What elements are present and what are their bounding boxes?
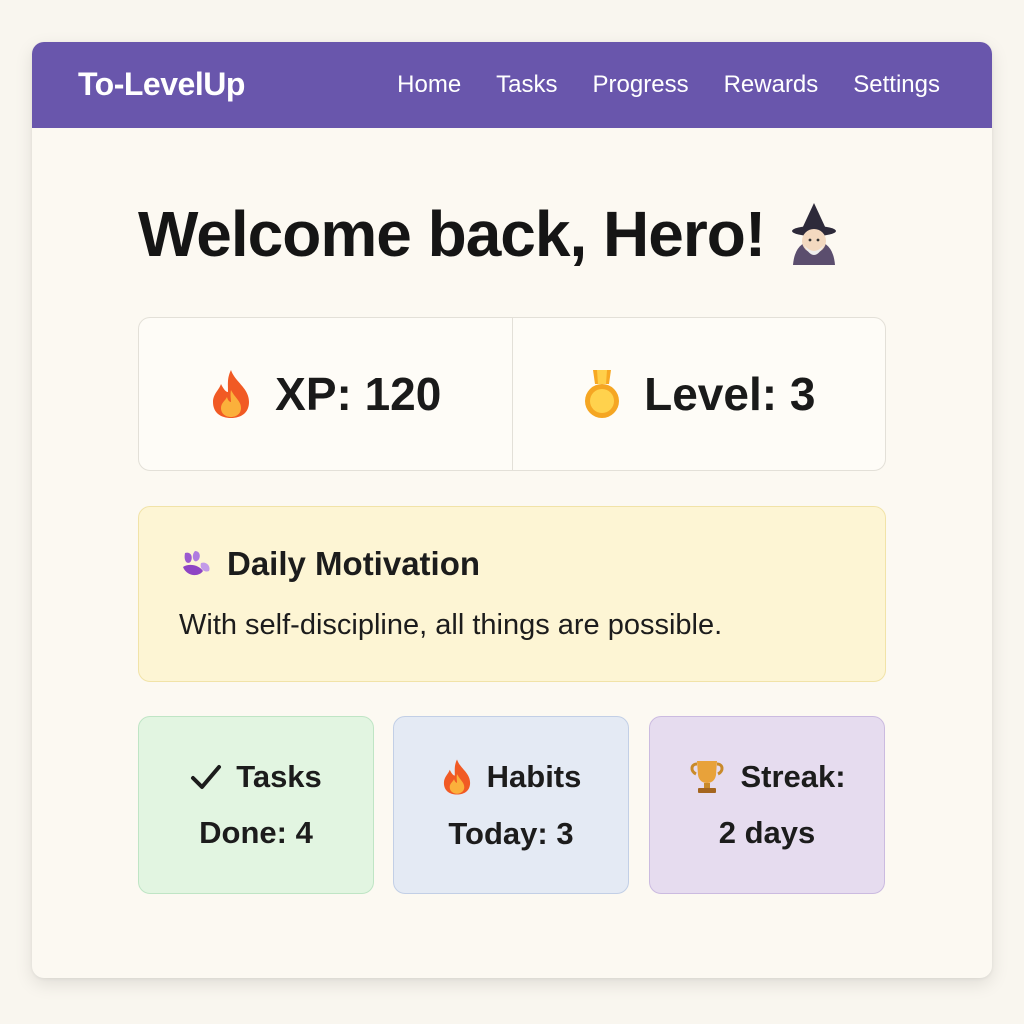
fire-icon bbox=[209, 368, 253, 420]
habits-label: Habits bbox=[486, 759, 582, 794]
medal-icon bbox=[582, 368, 622, 420]
level-stat: Level: 3 bbox=[513, 318, 886, 470]
nav-link-settings[interactable]: Settings bbox=[853, 71, 940, 99]
habits-value: Today: 3 bbox=[448, 816, 574, 851]
tasks-card[interactable]: Tasks Done: 4 bbox=[138, 716, 374, 894]
nav-link-progress[interactable]: Progress bbox=[593, 71, 689, 99]
motivation-heading: Daily Motivation bbox=[227, 545, 481, 582]
brand-logo[interactable]: To-LevelUp bbox=[78, 66, 245, 103]
checkmark-icon bbox=[190, 763, 222, 791]
habits-card[interactable]: Habits Today: 3 bbox=[393, 716, 629, 894]
stats-card: XP: 120 Level: 3 bbox=[138, 317, 886, 471]
motivation-quote: With self-discipline, all things are pos… bbox=[179, 609, 723, 641]
tasks-label: Tasks bbox=[236, 759, 322, 794]
app-window: To-LevelUp Home Tasks Progress Rewards S… bbox=[32, 42, 992, 978]
streak-label: Streak: bbox=[740, 759, 846, 794]
nav-link-rewards[interactable]: Rewards bbox=[724, 71, 819, 99]
tasks-value: Done: 4 bbox=[199, 815, 313, 850]
nav-links: Home Tasks Progress Rewards Settings bbox=[397, 71, 940, 99]
fire-icon bbox=[441, 758, 473, 796]
trophy-icon bbox=[688, 759, 726, 795]
sparkle-icon bbox=[179, 549, 213, 579]
motivation-title: Daily Motivation bbox=[179, 545, 480, 583]
nav-link-tasks[interactable]: Tasks bbox=[496, 71, 557, 99]
streak-card[interactable]: Streak: 2 days bbox=[649, 716, 885, 894]
page-title: Welcome back, Hero! bbox=[138, 197, 841, 271]
top-navbar: To-LevelUp Home Tasks Progress Rewards S… bbox=[32, 42, 992, 128]
nav-link-home[interactable]: Home bbox=[397, 71, 461, 99]
level-label: Level: 3 bbox=[644, 368, 816, 420]
wizard-icon bbox=[787, 201, 841, 267]
xp-stat: XP: 120 bbox=[139, 318, 513, 470]
welcome-text: Welcome back, Hero! bbox=[138, 198, 766, 270]
daily-motivation-card: Daily Motivation With self-discipline, a… bbox=[138, 506, 886, 682]
xp-label: XP: 120 bbox=[275, 368, 442, 420]
streak-value: 2 days bbox=[718, 815, 816, 850]
